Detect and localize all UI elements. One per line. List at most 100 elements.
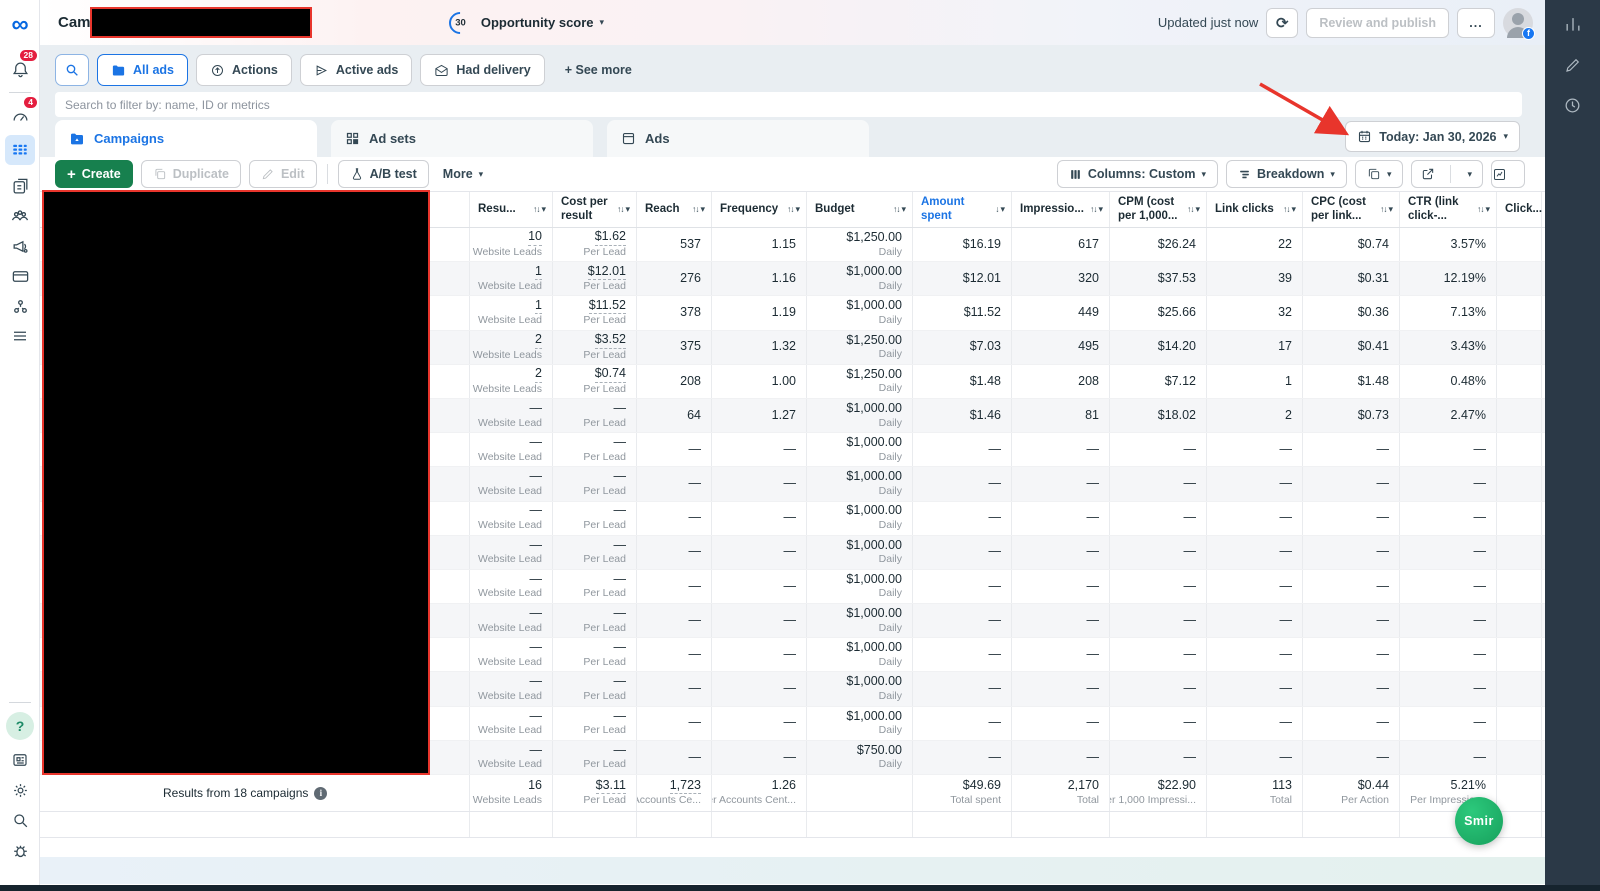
more-options-button[interactable]: ... [1457,7,1495,38]
cell-impressions: — [1012,604,1110,638]
filter-active-ads-label: Active ads [335,63,399,77]
cell-impressions: — [1012,740,1110,774]
chart-view-button[interactable] [1491,160,1525,188]
cell-spent: — [913,672,1012,706]
cell-spent: $16.19 [913,228,1012,262]
cell-cpm: $25.66 [1110,296,1207,330]
cell-results: — Website Lead [470,706,553,740]
cell-clicks [1497,604,1542,638]
settings-gear-icon[interactable] [0,775,40,805]
tab-ads[interactable]: Ads [607,120,869,157]
table-totals-row: Results from 18 campaigns i 16 Website Lea… [40,775,1545,812]
avatar[interactable]: f [1503,7,1535,40]
cell-clicks [1497,740,1542,774]
cell-ctr: — [1400,535,1497,569]
edit-button[interactable]: Edit [248,160,317,188]
cell-cost: — Per Lead [553,501,637,535]
sort-icon: ↑↓ [1379,203,1387,214]
cell-reach: 64 [637,398,712,433]
column-header-reach[interactable]: Reach ↑↓ ▾ [637,192,712,227]
reports-button[interactable]: ▾ [1354,160,1404,188]
cell-budget: $1,250.00 Daily [807,228,913,262]
filter-search-button[interactable] [55,54,89,86]
facebook-badge-icon: f [1522,26,1535,40]
cell-budget: $1,250.00 Daily [807,330,913,364]
tab-ad-sets[interactable]: Ad sets [331,120,593,157]
column-header-ctr[interactable]: CTR (link click-... ↑↓ ▾ [1400,192,1497,227]
cell-results: 16 Website Leads [470,775,553,811]
events-manager-share-icon[interactable] [0,291,40,321]
cell-clicks [1497,672,1542,706]
review-publish-button[interactable]: Review and publish [1306,7,1449,38]
column-header-results[interactable]: Resu... ↑↓ ▾ [470,192,553,227]
cell-link_clicks: — [1207,569,1303,604]
chevron-down-icon[interactable]: ▾ [600,17,605,28]
column-header-clicks[interactable]: Click... [1497,192,1542,227]
ab-test-button[interactable]: A/B test [337,160,429,188]
column-header-cpc[interactable]: CPC (cost per link... ↑↓ ▾ [1303,192,1400,227]
nav-divider [8,92,31,93]
column-menu-caret: ▾ [625,204,630,215]
smir-watermark-badge[interactable]: Smir [1455,797,1503,845]
column-header-budget[interactable]: Budget ↑↓ ▾ [807,192,913,227]
chart-view-icon [1494,168,1505,180]
updates-news-icon[interactable] [0,745,40,775]
cell-cost: — Per Lead [553,569,637,604]
filter-had-delivery[interactable]: Had delivery [420,54,545,86]
cell-cpc: — [1303,604,1400,638]
info-icon[interactable]: i [314,786,328,800]
pages-icon[interactable] [0,171,40,201]
refresh-button[interactable]: ⟳ [1266,7,1299,38]
see-more-filters[interactable]: + See more [565,63,632,77]
column-header-cost[interactable]: Cost per result ↑↓ ▾ [553,192,637,227]
cell-ctr: — [1400,604,1497,638]
notifications-bell-icon[interactable]: 28 [0,50,40,84]
columns-button[interactable]: Columns: Custom ▾ [1056,160,1219,188]
column-header-link_clicks[interactable]: Link clicks ↑↓ ▾ [1207,192,1303,227]
date-range-button[interactable]: Today: Jan 30, 2026 ▾ [1345,121,1520,152]
create-button[interactable]: + Create [55,160,133,188]
opportunity-score-label[interactable]: Opportunity score [481,15,594,30]
breakdown-button[interactable]: Breakdown ▾ [1226,160,1347,188]
cell-impressions: — [1012,672,1110,706]
more-menu-button[interactable]: More ▾ [443,167,483,181]
cell-link_clicks: — [1207,740,1303,774]
cell-cpm: $18.02 [1110,398,1207,433]
cell-cpm: — [1110,706,1207,740]
column-header-cpm[interactable]: CPM (cost per 1,000... ↑↓ ▾ [1110,192,1207,227]
filter-actions[interactable]: Actions [196,54,292,86]
history-clock-icon[interactable] [1563,96,1582,115]
cell-link_clicks: — [1207,706,1303,740]
cell-cost: — Per Lead [553,467,637,501]
cell-frequency: — [712,535,807,569]
search-filter-input[interactable] [55,92,1522,117]
promotions-megaphone-icon[interactable] [0,231,40,261]
filter-active-ads[interactable]: Active ads [299,54,413,86]
insights-chart-icon[interactable] [1563,14,1583,34]
column-header-impressions[interactable]: Impressio... ↑↓ ▾ [1012,192,1110,227]
report-bug-icon[interactable] [0,835,40,865]
edit-pencil-icon[interactable] [1564,56,1582,74]
export-button-group[interactable]: ▾ [1411,160,1483,188]
cell-cpm: $14.20 [1110,330,1207,364]
tab-campaigns-label: Campaigns [94,131,165,146]
audiences-people-icon[interactable] [0,201,40,231]
search-icon[interactable] [0,805,40,835]
duplicate-button[interactable]: Duplicate [140,160,241,188]
cell-ctr: 7.13% [1400,296,1497,330]
column-header-spent[interactable]: Amount spent ↓ ▾ [913,192,1012,227]
ads-manager-table-icon[interactable] [5,135,35,165]
sort-desc-icon: ↓ [995,203,999,214]
all-tools-menu-icon[interactable] [0,321,40,351]
cell-impressions: 81 [1012,398,1110,433]
cell-frequency: — [712,672,807,706]
cell-ctr: — [1400,706,1497,740]
billing-card-icon[interactable] [0,261,40,291]
column-menu-caret: ▾ [541,204,546,215]
cell-budget: $750.00 Daily [807,740,913,774]
tab-campaigns[interactable]: Campaigns [55,120,317,157]
account-overview-gauge-icon[interactable]: 4 [0,97,40,131]
filter-all-ads[interactable]: All ads [97,54,188,86]
column-header-frequency[interactable]: Frequency ↑↓ ▾ [712,192,807,227]
help-icon[interactable]: ? [0,711,40,741]
